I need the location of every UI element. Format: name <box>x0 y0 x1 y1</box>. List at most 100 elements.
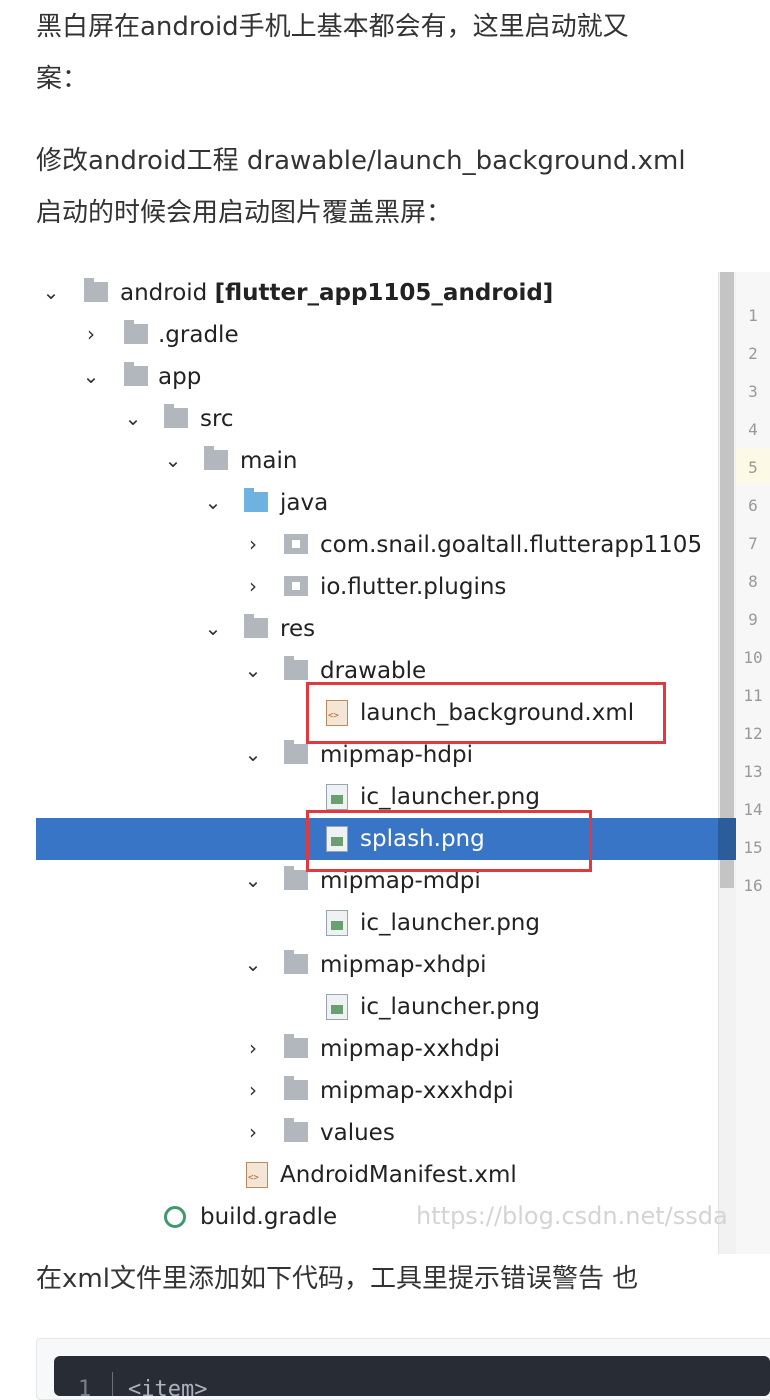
line-number: 8 <box>748 572 758 591</box>
tree-item-label: src <box>200 406 234 432</box>
tree-item-res[interactable]: ⌄ res <box>36 608 718 650</box>
chevron-down-icon[interactable]: ⌄ <box>242 868 264 892</box>
folder-icon <box>284 866 308 890</box>
folder-icon <box>284 1034 308 1058</box>
tree-item-label: res <box>280 616 316 642</box>
chevron-down-icon[interactable]: ⌄ <box>122 406 144 430</box>
folder-icon <box>204 446 228 470</box>
image-file-icon <box>326 994 348 1020</box>
folder-icon <box>284 1076 308 1100</box>
folder-icon <box>124 362 148 386</box>
chevron-down-icon[interactable]: ⌄ <box>202 616 224 640</box>
paragraph-add-code: 在xml文件里添加如下代码，工具里提示错误警告 也 <box>36 1264 639 1294</box>
tree-item-gradle[interactable]: › .gradle <box>36 314 718 356</box>
line-number: 7 <box>748 534 758 553</box>
folder-icon <box>284 1118 308 1142</box>
paragraph-intro-line2: 案： <box>36 64 89 94</box>
line-number: 9 <box>748 610 758 629</box>
tree-item-label: values <box>320 1120 395 1146</box>
tree-item-label: main <box>240 448 298 474</box>
tree-item-android[interactable]: ⌄ android [flutter_app1105_android] <box>36 272 718 314</box>
package-icon <box>284 576 308 596</box>
tree-item-label: mipmap-xhdpi <box>320 952 487 978</box>
line-number: 16 <box>743 876 763 895</box>
line-number: 6 <box>748 496 758 515</box>
tree-item-mipmap-xxxhdpi[interactable]: › mipmap-xxxhdpi <box>36 1070 718 1112</box>
tree-item-package-app[interactable]: › com.snail.goaltall.flutterapp1105 <box>36 524 718 566</box>
chevron-right-icon[interactable]: › <box>242 1036 264 1060</box>
folder-icon <box>284 656 308 680</box>
tree-item-main[interactable]: ⌄ main <box>36 440 718 482</box>
tree-item-label: android <box>120 280 208 306</box>
source-folder-icon <box>244 488 268 512</box>
line-number: 11 <box>743 686 763 705</box>
image-file-icon <box>326 784 348 810</box>
chevron-down-icon[interactable]: ⌄ <box>80 364 102 388</box>
module-folder-icon <box>84 278 108 302</box>
code-gutter-divider <box>112 1372 113 1396</box>
chevron-down-icon[interactable]: ⌄ <box>242 952 264 976</box>
line-number: 14 <box>743 800 763 819</box>
watermark: https://blog.csdn.net/ssda <box>416 1202 728 1230</box>
highlight-box-splash <box>306 810 592 872</box>
folder-icon <box>244 614 268 638</box>
paragraph-modify-line2: 启动的时候会用启动图片覆盖黑屏： <box>36 198 453 228</box>
tree-item-label: com.snail.goaltall.flutterapp1105 <box>320 532 703 558</box>
tree-item-package-plugins[interactable]: › io.flutter.plugins <box>36 566 718 608</box>
tree-item-android-manifest[interactable]: AndroidManifest.xml <box>36 1154 718 1196</box>
tree-item-ic-launcher-mdpi[interactable]: ic_launcher.png <box>36 902 718 944</box>
tree-item-src[interactable]: ⌄ src <box>36 398 718 440</box>
chevron-right-icon[interactable]: › <box>242 1078 264 1102</box>
tree-item-java[interactable]: ⌄ java <box>36 482 718 524</box>
code-block[interactable]: 1 <item> <box>54 1356 770 1396</box>
chevron-down-icon[interactable]: ⌄ <box>40 280 62 304</box>
highlight-box-launch-background <box>306 682 666 744</box>
tree-scrollbar-thumb[interactable] <box>720 272 734 888</box>
line-number: 2 <box>748 344 758 363</box>
chevron-down-icon[interactable]: ⌄ <box>242 658 264 682</box>
tree-item-label: java <box>280 490 329 516</box>
gradle-file-icon <box>164 1206 186 1228</box>
line-number: 3 <box>748 382 758 401</box>
project-tree-screenshot: ⌄ android [flutter_app1105_android] › .g… <box>36 272 770 1254</box>
chevron-right-icon[interactable]: › <box>80 322 102 346</box>
package-icon <box>284 534 308 554</box>
tree-item-label: build.gradle <box>200 1204 338 1230</box>
tree-item-ic-launcher-xhdpi[interactable]: ic_launcher.png <box>36 986 718 1028</box>
tree-item-mipmap-xhdpi[interactable]: ⌄ mipmap-xhdpi <box>36 944 718 986</box>
tree-item-label: app <box>158 364 202 390</box>
folder-icon <box>284 950 308 974</box>
line-number: 4 <box>748 420 758 439</box>
folder-icon <box>124 320 148 344</box>
tree-item-values[interactable]: › values <box>36 1112 718 1154</box>
tree-item-label: mipmap-xxhdpi <box>320 1036 501 1062</box>
chevron-right-icon[interactable]: › <box>242 1120 264 1144</box>
tree-item-label: ic_launcher.png <box>360 910 540 936</box>
chevron-down-icon[interactable]: ⌄ <box>162 448 184 472</box>
line-number: 5 <box>748 458 758 477</box>
line-number: 1 <box>748 306 758 325</box>
tree-item-label: AndroidManifest.xml <box>280 1162 517 1188</box>
selection-row-tail <box>718 818 736 860</box>
chevron-down-icon[interactable]: ⌄ <box>242 742 264 766</box>
tree-item-app[interactable]: ⌄ app <box>36 356 718 398</box>
module-name: [flutter_app1105_android] <box>214 280 554 306</box>
tree-item-label: ic_launcher.png <box>360 994 540 1020</box>
image-file-icon <box>326 910 348 936</box>
tree-item-mipmap-xxhdpi[interactable]: › mipmap-xxhdpi <box>36 1028 718 1070</box>
paragraph-modify-line1: 修改android工程 drawable/launch_background.x… <box>36 146 686 176</box>
manifest-file-icon <box>246 1162 268 1188</box>
tree-item-label: mipmap-xxxhdpi <box>320 1078 514 1104</box>
line-number: 15 <box>743 838 763 857</box>
paragraph-intro-line1: 黑白屏在android手机上基本都会有，这里启动就又 <box>36 12 629 42</box>
line-number: 12 <box>743 724 763 743</box>
chevron-down-icon[interactable]: ⌄ <box>202 490 224 514</box>
tree-item-label: io.flutter.plugins <box>320 574 507 600</box>
folder-icon <box>164 404 188 428</box>
chevron-right-icon[interactable]: › <box>242 532 264 556</box>
chevron-right-icon[interactable]: › <box>242 574 264 598</box>
folder-icon <box>284 740 308 764</box>
line-number: 13 <box>743 762 763 781</box>
line-number: 10 <box>743 648 763 667</box>
tree-item-label: .gradle <box>158 322 239 348</box>
